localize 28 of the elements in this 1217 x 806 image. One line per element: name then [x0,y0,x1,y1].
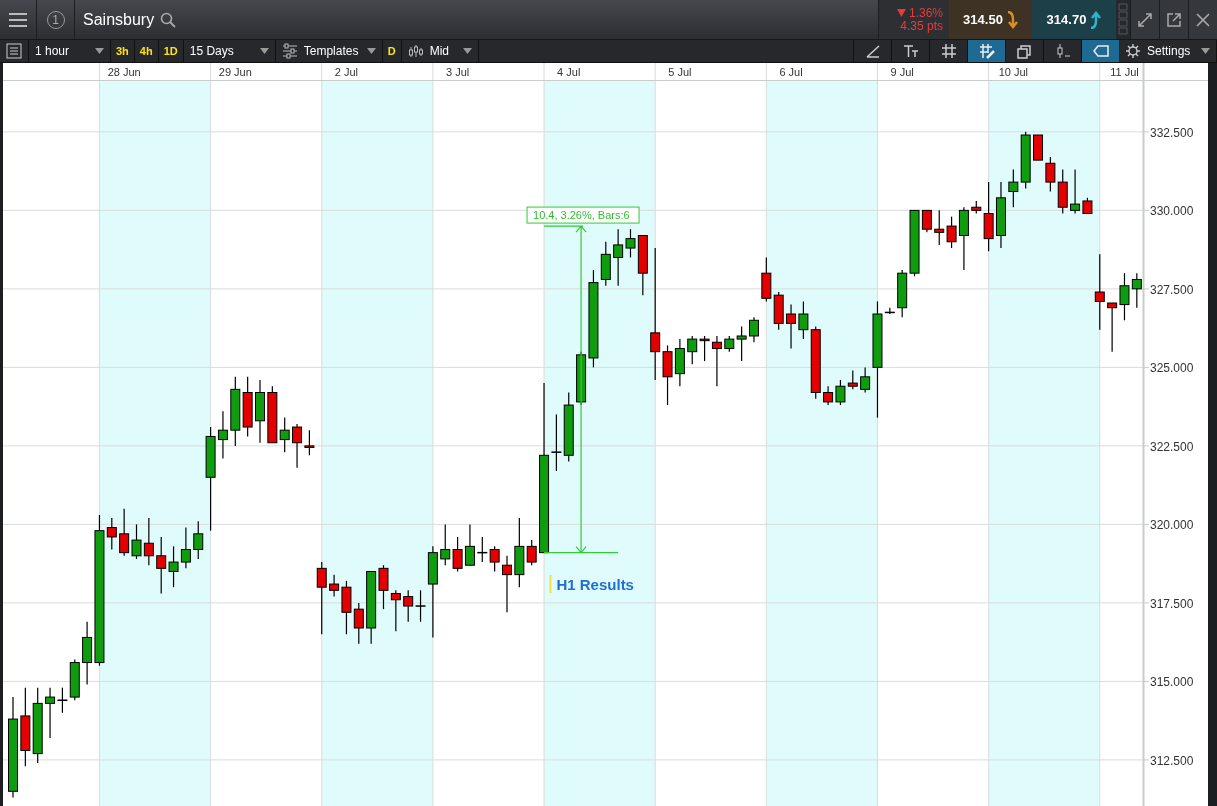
annotation: 10.4, 3.26%, Bars:6 [533,209,630,222]
price-axis-label: 315.000 [1150,675,1194,690]
date-label: 2 Jul [334,66,359,78]
date-label: 28 Jun [107,66,141,78]
price-axis-label: 332.500 [1150,125,1194,140]
measure-label: 10.4, 3.26%, Bars:6 [526,206,640,224]
buy-price-button[interactable]: 314.70 [1032,0,1116,39]
change-percent: 1.36% [908,6,943,20]
date-label: 3 Jul [445,66,470,78]
price-axis-label: 322.500 [1150,439,1194,454]
date-label: 29 Jun [218,66,252,78]
date-label: 6 Jul [779,66,803,78]
date-label: 11 Jul [1110,66,1139,78]
price-axis-label: 327.500 [1150,282,1194,297]
price-axis-label: 312.500 [1150,753,1194,768]
price-axis-label: 330.000 [1150,204,1194,219]
price-axis-label: 325.000 [1150,361,1194,376]
date-label: 4 Jul [557,66,581,78]
change-points: 4.35 pts [900,19,943,33]
price-chart[interactable]: 28 Jun 29 Jun 2 Jul 3 Jul 4 Jul 5 Jul 6 Jul 9 Jul 10 Jul 11 Jul 312.500 315.000 317.500 320.000 322.500 325.000 327.500 330.000 332.500 10.4, 3.26%, Bars:6 H1 Results [3,63,1208,806]
price-axis-label: 317.500 [1150,596,1194,611]
instrument-name: Sainsbury [83,10,155,29]
date-label: 5 Jul [668,66,692,78]
date-label: 10 Jul [998,66,1028,78]
price-axis-label: 320.000 [1150,518,1194,533]
sell-price-button[interactable]: 314.50 [949,0,1032,39]
event-label[interactable]: H1 Results [556,576,634,594]
date-label: 9 Jul [890,66,914,78]
